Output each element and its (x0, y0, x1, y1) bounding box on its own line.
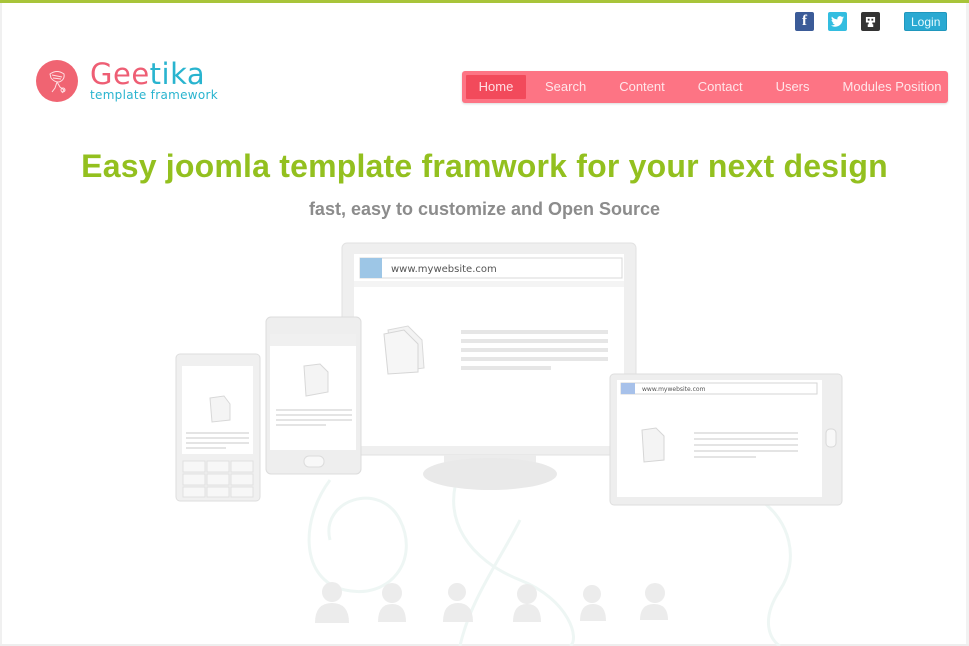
logo-name-primary: Gee (90, 57, 150, 91)
user-avatar-6 (640, 583, 668, 620)
nav-item-content[interactable]: Content (619, 75, 665, 99)
logo-emblem-icon (36, 60, 78, 102)
desktop-text-lines (461, 330, 608, 370)
facebook-icon[interactable]: f (795, 12, 814, 31)
logo-name-accent: tika (149, 57, 206, 91)
desktop-url-text: www.mywebsite.com (391, 264, 497, 275)
logo-tagline: template framework (90, 88, 219, 102)
decorative-swirls (307, 469, 792, 646)
frame-left-border (0, 3, 2, 646)
feature-phone (175, 353, 261, 502)
main-navigation: Home Search Content Contact Users Module… (462, 71, 948, 103)
github-icon[interactable] (861, 12, 880, 31)
github-octocat-glyph (865, 16, 876, 27)
desktop-document-icon (383, 325, 425, 375)
logo-figure-sketch (49, 71, 66, 94)
nav-item-users[interactable]: Users (776, 75, 810, 99)
user-avatar-1 (315, 582, 349, 623)
hero-headline: Easy joomla template framwork for your n… (81, 148, 888, 184)
nav-item-search[interactable]: Search (545, 75, 586, 99)
twitter-icon[interactable] (828, 12, 847, 31)
social-links: f Login (795, 12, 948, 31)
site-logo[interactable]: Geetika template framework (36, 60, 218, 102)
user-silhouettes (315, 582, 668, 623)
user-avatar-3 (443, 583, 473, 622)
twitter-bird-glyph (831, 16, 844, 27)
tablet: www.mywebsite.com (609, 373, 843, 506)
nav-item-home[interactable]: Home (466, 75, 526, 99)
logo-name: Geetika (90, 57, 218, 91)
desktop-monitor: www.mywebsite.com (341, 242, 637, 490)
login-button[interactable]: Login (904, 12, 948, 31)
user-avatar-2 (378, 583, 406, 622)
tablet-url-text: www.mywebsite.com (642, 386, 706, 393)
nav-item-modules-position[interactable]: Modules Position (843, 75, 942, 99)
logo-text: Geetika template framework (90, 57, 219, 103)
top-accent-bar (0, 0, 969, 3)
hero-subline: fast, easy to customize and Open Source (308, 199, 661, 219)
nav-item-contact[interactable]: Contact (698, 75, 743, 99)
user-avatar-5 (580, 585, 606, 621)
user-avatar-4 (513, 584, 541, 622)
smartphone (265, 316, 362, 475)
